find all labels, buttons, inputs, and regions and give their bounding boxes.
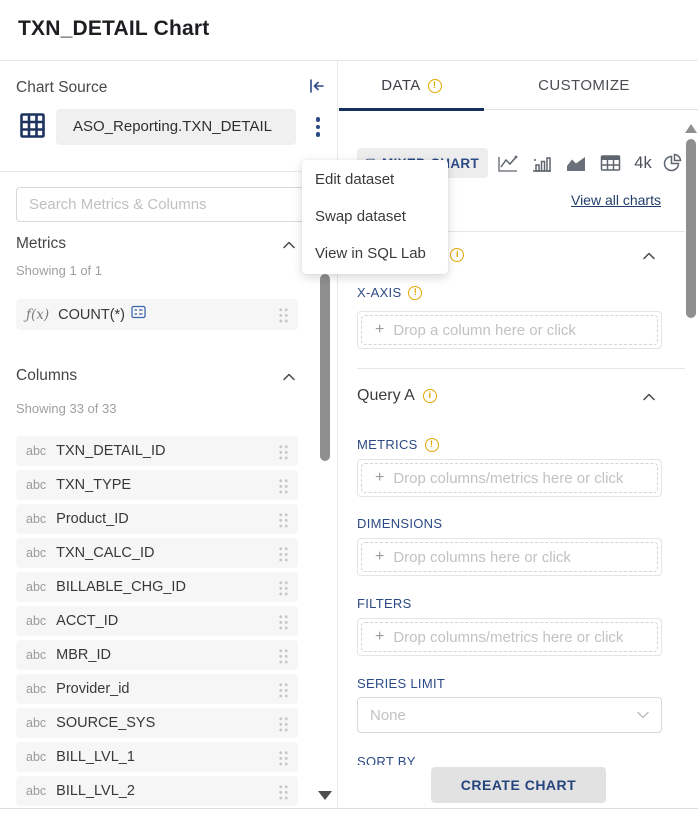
tab-data[interactable]: DATA ! — [339, 61, 484, 110]
plus-icon: + — [375, 629, 384, 645]
series-limit-select[interactable]: None — [357, 697, 662, 733]
page-header: TXN_DETAIL Chart — [0, 0, 698, 61]
columns-showing-count: Showing 33 of 33 — [16, 401, 116, 416]
query-a-collapse-icon[interactable] — [643, 393, 655, 401]
query-fields-collapse-icon[interactable] — [643, 252, 655, 260]
chart-source-panel: Chart Source ASO_Reporting.TXN_DETAIL Me… — [0, 61, 338, 808]
metrics-collapse-icon[interactable] — [283, 241, 295, 249]
drag-handle-icon[interactable] — [278, 306, 288, 323]
left-scrollbar-thumb[interactable] — [320, 274, 330, 461]
chevron-down-icon — [637, 711, 649, 719]
drag-handle-icon[interactable] — [278, 749, 288, 766]
drag-handle-icon[interactable] — [278, 783, 288, 800]
drag-handle-icon[interactable] — [278, 715, 288, 732]
drag-handle-icon[interactable] — [278, 579, 288, 596]
big-number-icon[interactable]: 4k — [627, 154, 659, 173]
metrics-dropzone[interactable]: + Drop columns/metrics here or click — [357, 459, 662, 497]
chart-source-title: Chart Source — [16, 79, 107, 97]
plus-icon: + — [375, 549, 384, 565]
pie-chart-icon[interactable] — [659, 151, 685, 175]
dataset-options-kebab-icon[interactable] — [310, 115, 326, 143]
view-all-charts-link[interactable]: View all charts — [571, 192, 661, 208]
metrics-showing-count: Showing 1 of 1 — [16, 263, 102, 278]
column-item[interactable]: abc TXN_DETAIL_ID — [16, 436, 298, 466]
drag-handle-icon[interactable] — [278, 613, 288, 630]
right-scrollbar-thumb[interactable] — [686, 139, 696, 318]
column-item[interactable]: abc ACCT_ID — [16, 606, 298, 636]
warning-icon: ! — [425, 438, 439, 452]
warning-icon: ! — [408, 286, 422, 300]
menu-item-swap-dataset[interactable]: Swap dataset — [302, 198, 448, 235]
x-axis-dropzone[interactable]: + Drop a column here or click — [357, 311, 662, 349]
query-a-section-header[interactable]: Query A i — [357, 387, 437, 405]
drag-handle-icon[interactable] — [278, 647, 288, 664]
plus-icon: + — [375, 470, 384, 486]
columns-section-title: Columns — [16, 367, 77, 385]
dataset-table-icon — [19, 112, 46, 139]
column-item[interactable]: abc BILL_LVL_1 — [16, 742, 298, 772]
filters-dropzone[interactable]: + Drop columns/metrics here or click — [357, 618, 662, 656]
series-limit-label: SERIES LIMIT — [357, 676, 445, 691]
search-input[interactable] — [16, 187, 321, 222]
area-chart-icon[interactable] — [559, 151, 593, 175]
collapse-panel-icon[interactable] — [308, 78, 326, 94]
scroll-up-icon[interactable] — [685, 124, 697, 133]
info-icon: i — [450, 248, 464, 262]
divider — [0, 808, 698, 809]
dataset-options-menu: Edit dataset Swap dataset View in SQL La… — [302, 160, 448, 274]
divider — [357, 368, 685, 369]
dimensions-label: DIMENSIONS — [357, 516, 442, 531]
info-icon: i — [423, 389, 437, 403]
x-axis-label: X-AXIS ! — [357, 285, 422, 300]
create-chart-button[interactable]: CREATE CHART — [431, 767, 606, 803]
metric-details-icon[interactable] — [131, 305, 146, 324]
drag-handle-icon[interactable] — [278, 477, 288, 494]
page-title: TXN_DETAIL Chart — [18, 17, 209, 41]
column-item[interactable]: abc Product_ID — [16, 504, 298, 534]
metrics-section-title: Metrics — [16, 235, 66, 253]
metrics-label: METRICS ! — [357, 437, 439, 452]
panel-footer: CREATE CHART — [339, 765, 698, 808]
divider — [0, 171, 338, 172]
drag-handle-icon[interactable] — [278, 545, 288, 562]
columns-collapse-icon[interactable] — [283, 373, 295, 381]
drag-handle-icon[interactable] — [278, 511, 288, 528]
drag-handle-icon[interactable] — [278, 443, 288, 460]
active-tab-indicator — [339, 108, 484, 111]
tab-bar: DATA ! CUSTOMIZE — [339, 61, 698, 110]
menu-item-edit-dataset[interactable]: Edit dataset — [302, 161, 448, 198]
column-item[interactable]: abc Provider_id — [16, 674, 298, 704]
dimensions-dropzone[interactable]: + Drop columns here or click — [357, 538, 662, 576]
text-type-tag: abc — [26, 444, 46, 458]
filters-label: FILTERS — [357, 596, 412, 611]
warning-icon: ! — [428, 79, 442, 93]
plus-icon: + — [375, 322, 384, 338]
column-item[interactable]: abc BILL_LVL_2 — [16, 776, 298, 806]
column-item[interactable]: abc TXN_CALC_ID — [16, 538, 298, 568]
metric-item-count[interactable]: ƒ(x) COUNT(*) — [16, 299, 298, 330]
column-item[interactable]: abc BILLABLE_CHG_ID — [16, 572, 298, 602]
tab-customize[interactable]: CUSTOMIZE — [484, 61, 684, 110]
scroll-down-icon[interactable] — [318, 791, 332, 800]
bar-chart-icon[interactable] — [525, 151, 559, 175]
function-icon: ƒ(x) — [26, 307, 49, 323]
table-icon[interactable] — [593, 151, 627, 175]
menu-item-view-in-sql-lab[interactable]: View in SQL Lab — [302, 235, 448, 272]
drag-handle-icon[interactable] — [278, 681, 288, 698]
column-item[interactable]: abc TXN_TYPE — [16, 470, 298, 500]
line-chart-icon[interactable] — [491, 151, 525, 175]
dataset-name[interactable]: ASO_Reporting.TXN_DETAIL — [56, 109, 296, 145]
column-item[interactable]: abc MBR_ID — [16, 640, 298, 670]
column-item[interactable]: abc SOURCE_SYS — [16, 708, 298, 738]
